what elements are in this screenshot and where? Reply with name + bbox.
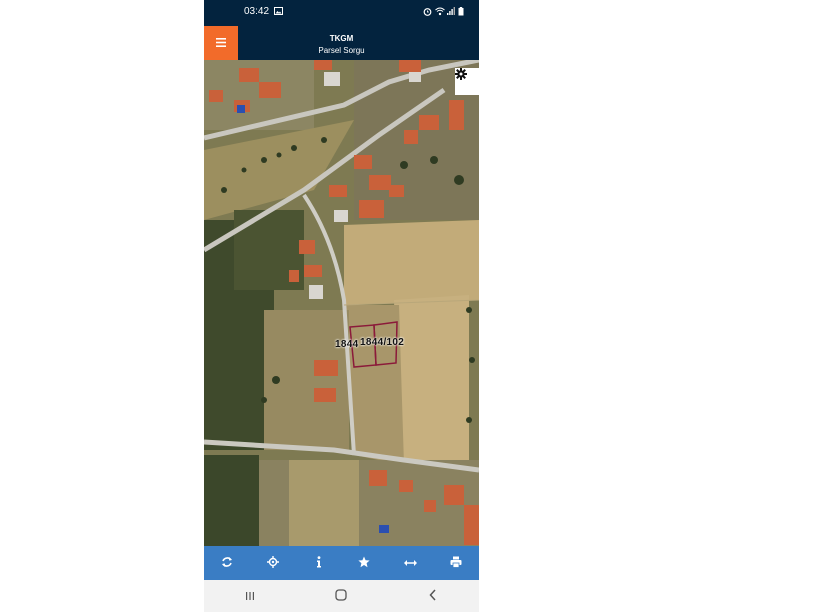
arrows-horizontal-icon bbox=[403, 556, 417, 570]
print-button[interactable] bbox=[446, 553, 466, 573]
crosshair-icon bbox=[266, 555, 279, 571]
locate-button[interactable] bbox=[263, 553, 283, 573]
star-icon bbox=[358, 556, 370, 571]
info-icon bbox=[316, 555, 322, 571]
signal-icon bbox=[447, 7, 455, 17]
map-imagery bbox=[204, 60, 479, 546]
measure-button[interactable] bbox=[400, 553, 420, 573]
phone-screen: 03:42 TKGM Parsel Sorgu 1844 1844/102 bbox=[204, 0, 479, 612]
recent-apps-button[interactable] bbox=[235, 588, 265, 604]
back-button[interactable] bbox=[418, 588, 448, 604]
app-bar: TKGM Parsel Sorgu bbox=[204, 26, 479, 60]
info-button[interactable] bbox=[309, 553, 329, 573]
back-chevron-icon bbox=[429, 588, 437, 604]
home-icon bbox=[335, 588, 348, 604]
home-button[interactable] bbox=[326, 588, 356, 604]
status-bar: 03:42 bbox=[204, 0, 479, 26]
print-icon bbox=[450, 556, 462, 571]
app-subtitle: Parsel Sorgu bbox=[318, 46, 365, 55]
favorite-button[interactable] bbox=[354, 553, 374, 573]
wifi-icon bbox=[435, 7, 445, 18]
app-title: TKGM bbox=[329, 34, 354, 43]
satellite-map[interactable]: 1844 1844/102 bbox=[204, 60, 479, 546]
gallery-notification-icon bbox=[274, 7, 283, 17]
parcel-label-2: 1844/102 bbox=[360, 337, 405, 348]
recent-apps-icon bbox=[245, 588, 255, 604]
bottom-toolbar bbox=[204, 546, 479, 580]
parcel-label-1: 1844 bbox=[335, 339, 359, 350]
refresh-icon bbox=[221, 556, 233, 571]
status-time: 03:42 bbox=[244, 6, 270, 17]
settings-button[interactable] bbox=[455, 68, 479, 95]
refresh-button[interactable] bbox=[217, 553, 237, 573]
alarm-icon bbox=[423, 7, 432, 18]
battery-icon bbox=[458, 7, 464, 18]
system-nav-bar bbox=[204, 580, 479, 612]
